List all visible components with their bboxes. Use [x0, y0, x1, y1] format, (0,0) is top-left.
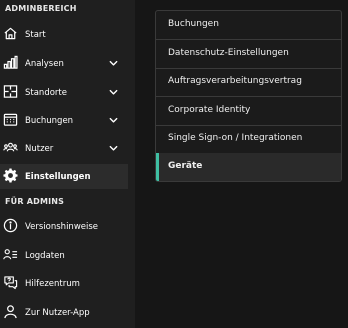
settings-item-label: Single Sign-on / Integrationen	[168, 133, 303, 143]
sidebar-item-hilfezentrum[interactable]: Hilfezentrum	[0, 271, 128, 296]
sidebar-item-label: Buchungen	[25, 115, 74, 126]
settings-item-label: Geräte	[168, 161, 203, 171]
sidebar-item-label: Einstellungen	[25, 171, 91, 182]
sidebar-item-einstellungen[interactable]: Einstellungen	[0, 164, 128, 189]
calendar-icon	[3, 112, 18, 127]
info-icon	[3, 218, 18, 233]
sidebar-item-label: Hilfezentrum	[25, 278, 80, 289]
settings-item-geraete[interactable]: Geräte	[156, 153, 341, 181]
help-chat-icon	[3, 275, 18, 290]
chevron-down-icon[interactable]	[108, 143, 119, 154]
sidebar-item-label: Zur Nutzer-App	[25, 307, 90, 318]
floorplan-icon	[3, 84, 18, 99]
sidebar: ADMINBEREICH Start Analysen Standorte Bu…	[0, 0, 135, 328]
sidebar-item-label: Nutzer	[25, 143, 54, 154]
chevron-down-icon[interactable]	[108, 115, 119, 126]
settings-item-auftragsverarbeitungsvertrag[interactable]: Auftragsverarbeitungsvertrag	[156, 68, 341, 97]
settings-item-label: Auftragsverarbeitungsvertrag	[168, 76, 302, 86]
sidebar-item-logdaten[interactable]: Logdaten	[0, 243, 128, 268]
sidebar-item-versionshinweise[interactable]: Versionshinweise	[0, 214, 128, 239]
sidebar-item-start[interactable]: Start	[0, 22, 128, 47]
chevron-down-icon[interactable]	[108, 58, 119, 69]
chevron-down-icon[interactable]	[108, 87, 119, 98]
settings-item-buchungen[interactable]: Buchungen	[156, 11, 341, 40]
settings-menu: Buchungen Datenschutz-Einstellungen Auft…	[155, 10, 342, 182]
users-icon	[3, 140, 18, 155]
sidebar-item-standorte[interactable]: Standorte	[0, 80, 128, 105]
settings-item-label: Buchungen	[168, 19, 219, 29]
sidebar-item-zur-nutzer-app[interactable]: Zur Nutzer-App	[0, 300, 128, 325]
settings-item-datenschutz[interactable]: Datenschutz-Einstellungen	[156, 40, 341, 69]
section-title-adminbereich: ADMINBEREICH	[5, 4, 77, 13]
section-title-fuer-admins: FÜR ADMINS	[5, 197, 65, 206]
sidebar-item-nutzer[interactable]: Nutzer	[0, 136, 128, 161]
bar-chart-icon	[3, 55, 18, 70]
settings-item-label: Datenschutz-Einstellungen	[168, 48, 289, 58]
sidebar-item-buchungen[interactable]: Buchungen	[0, 108, 128, 133]
user-list-icon	[3, 247, 18, 262]
gear-icon	[3, 168, 18, 183]
sidebar-item-label: Analysen	[25, 58, 64, 69]
sidebar-item-label: Start	[25, 29, 46, 40]
sidebar-item-label: Standorte	[25, 87, 67, 98]
home-icon	[3, 26, 18, 41]
user-icon	[3, 304, 18, 319]
settings-item-label: Corporate Identity	[168, 105, 251, 115]
settings-item-corporate-identity[interactable]: Corporate Identity	[156, 97, 341, 126]
sidebar-item-label: Logdaten	[25, 250, 65, 261]
settings-item-sso-integrationen[interactable]: Single Sign-on / Integrationen	[156, 125, 341, 154]
sidebar-item-label: Versionshinweise	[25, 221, 99, 232]
sidebar-item-analysen[interactable]: Analysen	[0, 51, 128, 76]
